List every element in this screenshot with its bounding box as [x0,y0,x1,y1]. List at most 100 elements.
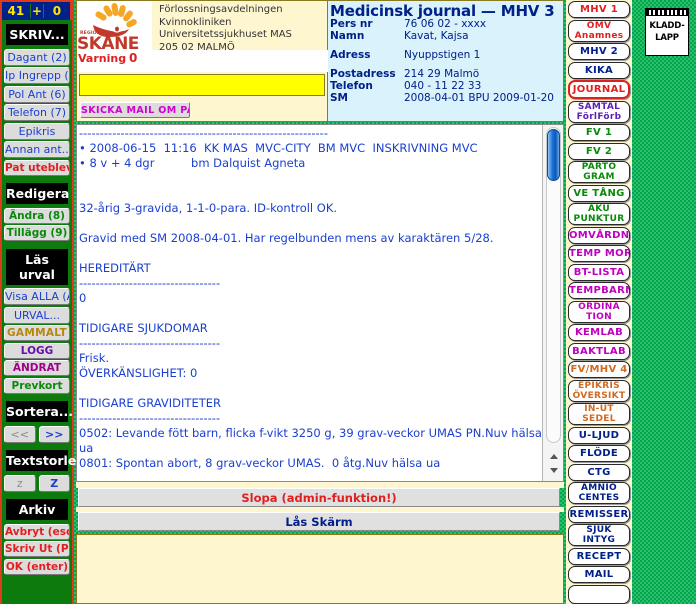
right-sidebar-button-line: EPIKRIS [578,380,620,391]
left-sidebar-group-header[interactable]: SKRIV... [4,22,70,47]
left-sidebar-button[interactable]: URVAL... [4,306,70,324]
right-sidebar-button-u-ljud[interactable]: U-LJUD [568,426,630,444]
right-sidebar-button-journal[interactable]: JOURNAL [568,80,630,99]
left-sidebar-button[interactable]: GAMMALT [4,325,70,341]
left-sidebar-group-header[interactable]: Läs urval [4,246,70,287]
right-sidebar-button-temp-mor[interactable]: TEMP MOR [568,245,630,262]
right-sidebar-button-line: INTYG [582,535,616,545]
left-sidebar-button[interactable]: Visa ALLA (A) [4,288,70,305]
right-sidebar-button-remisser[interactable]: REMISSER [568,505,630,523]
right-sidebar-button-ve-t-ng[interactable]: VE TÅNG [568,184,630,202]
left-sidebar-button[interactable]: Prevkort [4,377,70,394]
right-sidebar-button-bt-lista[interactable]: BT-LISTA [568,263,630,281]
scrollbar-thumb[interactable] [547,129,560,181]
patient-field-label: Postadress [330,68,396,80]
left-sidebar-button[interactable]: Epikris [4,122,70,140]
counter-left: 41 [2,4,31,18]
left-sidebar-button[interactable]: Tillägg (9) [4,225,70,241]
send-mail-button[interactable]: SKICKA MAIL OM PAT [80,102,190,118]
left-sidebar-group-header[interactable]: Redigera [4,181,70,206]
right-sidebar-button-fv-mhv-4[interactable]: FV/MHV 4 [568,361,630,378]
right-sidebar-button-mail[interactable]: MAIL [568,566,630,583]
right-sidebar-button-fl-de[interactable]: FLÖDE [568,445,630,462]
right-sidebar-button-ctg[interactable]: CTG [568,463,630,481]
right-sidebar-button-parto-gram[interactable]: PARTO GRAM [568,161,630,183]
patient-info-panel: Medicinsk journal — MHV 3 Pers nr 76 06 0… [328,0,564,122]
slopa-admin-button[interactable]: Slopa (admin-funktion!) [78,488,560,507]
right-sidebar-button-aku-punktur[interactable]: AKU PUNKTUR [568,203,630,225]
clinic-address-line: Förlossningsavdelningen [159,4,283,15]
right-sidebar-button-line: AKU [588,204,610,214]
left-sidebar-button[interactable]: ÄNDRAT [4,360,70,376]
left-sidebar-button[interactable]: Ändra (8) [4,207,70,224]
right-sidebar-button-line: AMNIO [581,483,617,493]
left-sidebar-button[interactable]: << [4,425,36,443]
patient-field-value: 76 06 02 - xxxx [404,18,487,30]
left-sidebar-group-header[interactable]: Textstorlek [4,448,85,473]
left-sidebar-button[interactable]: Pat uteblev [4,159,70,176]
right-sidebar-button-omv-rdn[interactable]: OMVÅRDN [568,226,630,244]
left-sidebar-group: Redigera Ändra (8) Tillägg (9) [0,179,72,245]
right-sidebar-button-samtal-f-rlf-rb[interactable]: SAMTAL FörlFörb [568,100,630,123]
kladd-lapp-line: KLADD- [649,21,685,31]
left-sidebar-button[interactable]: OK (enter) [4,558,70,575]
left-sidebar-button-pair: zZ [4,473,70,493]
journal-text: ----------------------------------------… [79,126,542,470]
right-sidebar-button-kemlab[interactable]: KEMLAB [568,324,630,341]
left-sidebar-button[interactable]: Avbryt (esc) [4,523,70,540]
patient-field-value: 040 - 11 22 33 [404,80,482,92]
left-sidebar-group: Arkiv Avbryt (esc) Skriv Ut (P) OK (enter) [0,495,72,578]
right-sidebar-button-epikris-versikt[interactable]: EPIKRIS ÖVERSIKT [568,379,630,402]
right-sidebar-button-line: SAMTAL [577,101,621,112]
vertical-scrollbar[interactable] [542,125,563,481]
right-sidebar-button-line: SJUK [586,525,612,535]
right-sidebar-button-sjuk-intyg[interactable]: SJUK INTYG [568,524,630,546]
right-sidebar-button-mhv-1[interactable]: MHV 1 [568,1,630,18]
right-sidebar-button-omv-anamnes[interactable]: OMV Anamnes [568,19,630,42]
right-sidebar-button-line: ORDINA [578,301,620,312]
kladd-lapp-line: LAPP [655,33,679,43]
warning-value: 0 [129,51,138,65]
bottom-cream-panel [76,534,564,604]
right-sidebar-button-ordina-tion[interactable]: ORDINA TION [568,300,630,323]
clinic-address: Förlossningsavdelningen Kvinnokliniken Uni… [159,4,325,54]
left-sidebar-button[interactable]: Dagant (2) [4,48,70,66]
left-sidebar-button[interactable]: >> [38,425,70,443]
right-sidebar-button-recept[interactable]: RECEPT [568,547,630,565]
scroll-down-arrow-icon[interactable] [547,465,560,478]
left-sidebar-group-header[interactable]: Arkiv [4,497,70,522]
right-sidebar-button-line: GRAM [583,172,615,182]
counter-right: 0 [52,4,62,18]
kladd-lapp-notepad-icon[interactable]: KLADD- LAPP [645,8,689,56]
right-sidebar-button-kika[interactable]: KIKA [568,61,630,79]
left-sidebar-button[interactable]: Annan ant... [4,141,70,158]
scroll-up-arrow-icon[interactable] [547,451,560,464]
journal-text-pane[interactable]: ----------------------------------------… [76,124,564,482]
left-sidebar-button-pair: << >> [4,424,70,444]
right-sidebar-button-line: PUNKTUR [573,214,625,224]
right-sidebar-button-blank[interactable] [568,584,630,604]
record-counter-bar: 41 + 0 [0,0,72,20]
left-sidebar-button[interactable]: Skriv Ut (P) [4,541,70,557]
right-sidebar-button-mhv-2[interactable]: MHV 2 [568,43,630,60]
left-sidebar-button[interactable]: Telefon (7) [4,104,70,121]
left-sidebar: 41 + 0 SKRIV...Dagant (2)Ip Ingrepp (5)P… [0,0,85,604]
left-sidebar-button[interactable]: Z [38,474,70,492]
left-sidebar-button[interactable]: Pol Ant (6) [4,85,70,103]
right-sidebar-button-line: FörlFörb [576,111,622,122]
right-sidebar-button-tempbarn[interactable]: TEMPBARN [568,282,630,299]
left-sidebar-button[interactable]: Ip Ingrepp (5) [4,67,70,84]
left-sidebar-button[interactable]: z [4,474,36,492]
right-sidebar-button-amnio-centes[interactable]: AMNIO CENTES [568,482,630,504]
left-sidebar-sections: SKRIV...Dagant (2)Ip Ingrepp (5)Pol Ant … [0,20,85,578]
right-sidebar-button-fv-1[interactable]: FV 1 [568,124,630,141]
right-sidebar-button-line: TION [586,311,612,322]
right-sidebar-button-in-ut-sedel[interactable]: IN-UT SEDEL [568,403,630,425]
left-sidebar-group: Textstorlek z Z [0,446,85,495]
lock-screen-button[interactable]: Lås Skärm [78,512,560,531]
right-sidebar-button-baktlab[interactable]: BAKTLAB [568,342,630,360]
right-sidebar-button-fv-2[interactable]: FV 2 [568,142,630,160]
left-sidebar-group-header[interactable]: Sortera... [4,399,73,424]
patient-field-value: 2008-04-01 BPU 2009-01-20 [404,92,554,104]
left-sidebar-button[interactable]: LOGG [4,342,70,359]
